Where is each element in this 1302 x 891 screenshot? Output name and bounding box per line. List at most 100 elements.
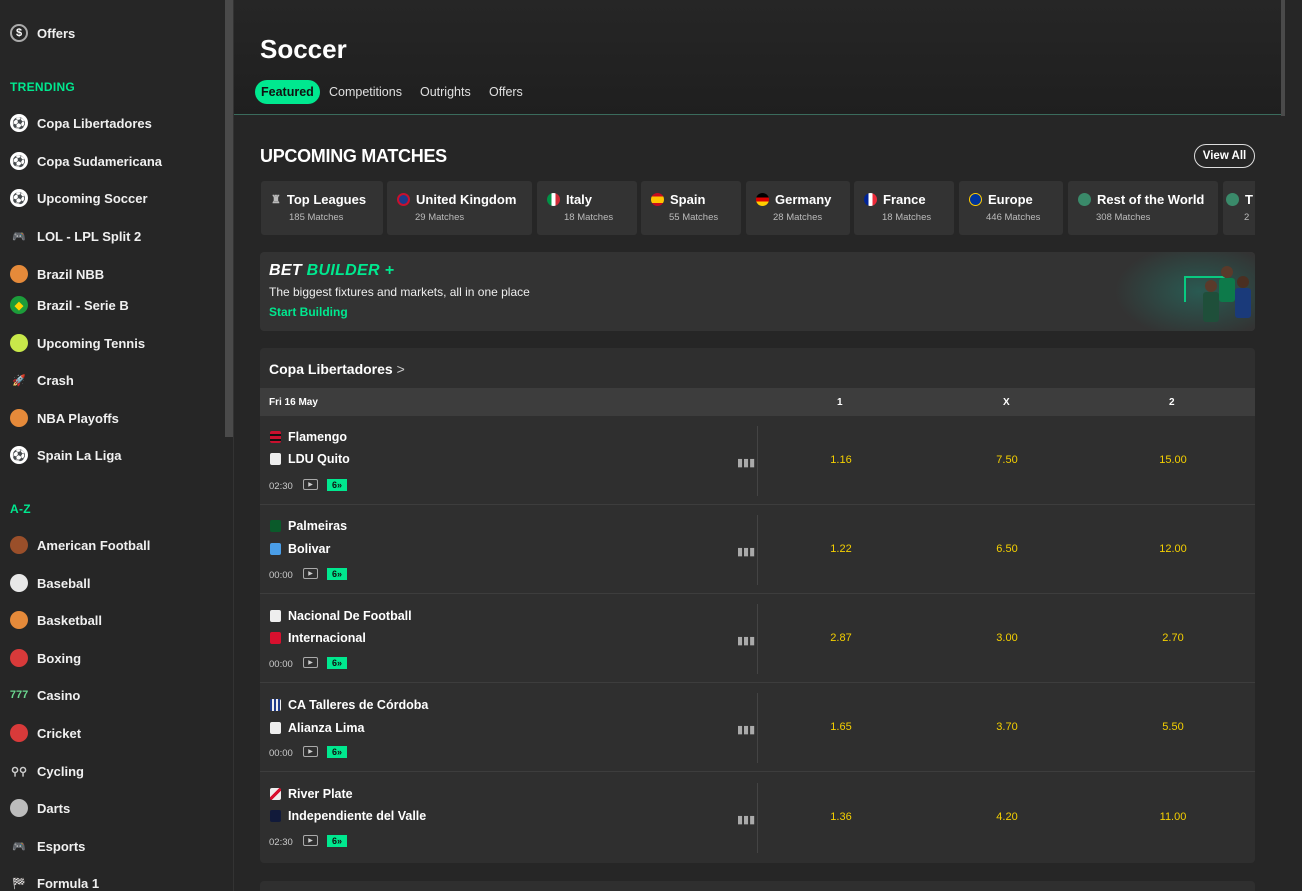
basketball-icon <box>10 409 28 427</box>
odds-home-button[interactable]: 2.87 <box>801 632 881 644</box>
sidebar-item-baseball[interactable]: Baseball <box>10 570 90 596</box>
italy-flag-icon <box>547 193 560 206</box>
sidebar-item-lol-lpl[interactable]: 🎮 LOL - LPL Split 2 <box>10 223 141 249</box>
germany-flag-icon <box>756 193 769 206</box>
stats-icon[interactable]: ▮▮▮ <box>737 545 755 558</box>
sidebar-item-label: Basketball <box>37 612 103 628</box>
odds-home-button[interactable]: 1.65 <box>801 721 881 733</box>
odds-home-button[interactable]: 1.16 <box>801 454 881 466</box>
divider <box>757 783 758 853</box>
page-scrollbar-thumb[interactable] <box>1281 0 1285 116</box>
odds-home-button[interactable]: 1.36 <box>801 811 881 823</box>
sidebar-item-upcoming-soccer[interactable]: ⚽ Upcoming Soccer <box>10 185 148 211</box>
sidebar-item-label: Cricket <box>37 725 82 741</box>
page-scrollbar[interactable] <box>1281 0 1302 891</box>
category-europe[interactable]: Europe 446 Matches <box>959 181 1063 235</box>
sidebar-item-formula-1[interactable]: 🏁 Formula 1 <box>10 870 99 891</box>
col-draw: X <box>1003 397 1010 408</box>
markets-badge[interactable]: 6» <box>327 835 347 847</box>
tab-featured[interactable]: Featured <box>255 80 320 104</box>
odds-away-button[interactable]: 11.00 <box>1133 811 1213 823</box>
sidebar-item-label: LOL - LPL Split 2 <box>37 228 142 244</box>
soccer-ball-icon: ⚽ <box>10 446 28 464</box>
view-all-button[interactable]: View All <box>1194 144 1255 168</box>
odds-away-button[interactable]: 5.50 <box>1133 721 1213 733</box>
sidebar-item-darts[interactable]: Darts <box>10 795 70 821</box>
category-partial[interactable]: T 2 <box>1223 181 1255 235</box>
tab-competitions[interactable]: Competitions <box>323 80 408 104</box>
live-stream-icon: ▶ <box>303 568 318 579</box>
sidebar-item-label: Formula 1 <box>37 875 100 891</box>
match-row[interactable]: CA Talleres de Córdoba Alianza Lima 00:0… <box>260 683 1255 772</box>
divider <box>757 604 758 674</box>
sidebar-item-label: Upcoming Soccer <box>37 190 148 206</box>
sidebar-item-copa-libertadores[interactable]: ⚽ Copa Libertadores <box>10 110 152 136</box>
bicycle-icon: ⚲⚲ <box>10 765 28 778</box>
stats-icon[interactable]: ▮▮▮ <box>737 813 755 826</box>
tab-outrights[interactable]: Outrights <box>414 80 477 104</box>
markets-badge[interactable]: 6» <box>327 746 347 758</box>
bet-builder-banner[interactable]: BET BUILDER + The biggest fixtures and m… <box>260 252 1255 331</box>
odds-away-button[interactable]: 15.00 <box>1133 454 1213 466</box>
category-italy[interactable]: Italy 18 Matches <box>537 181 637 235</box>
match-row[interactable]: Palmeiras Bolivar 00:00 ▶ 6» ▮▮▮ 1.22 6.… <box>260 505 1255 594</box>
odds-away-button[interactable]: 12.00 <box>1133 543 1213 555</box>
markets-badge[interactable]: 6» <box>327 568 347 580</box>
soccer-ball-icon: ⚽ <box>10 189 28 207</box>
team-shirt-icon <box>270 810 281 822</box>
match-date: Fri 16 May <box>269 397 318 408</box>
category-rest-of-world[interactable]: Rest of the World 308 Matches <box>1068 181 1218 235</box>
category-united-kingdom[interactable]: United Kingdom 29 Matches <box>387 181 532 235</box>
sidebar-item-offers[interactable]: $ Offers <box>10 20 75 46</box>
start-building-link[interactable]: Start Building <box>269 305 348 319</box>
sidebar-item-cycling[interactable]: ⚲⚲ Cycling <box>10 758 84 784</box>
odds-away-button[interactable]: 2.70 <box>1133 632 1213 644</box>
sidebar-scrollbar[interactable] <box>225 0 233 437</box>
live-stream-icon: ▶ <box>303 746 318 757</box>
odds-draw-button[interactable]: 3.70 <box>967 721 1047 733</box>
trending-heading: TRENDING <box>10 80 76 94</box>
eu-flag-icon <box>969 193 982 206</box>
match-row[interactable]: Nacional De Football Internacional 00:00… <box>260 594 1255 683</box>
slot-777-icon: 777 <box>9 689 29 701</box>
stats-icon[interactable]: ▮▮▮ <box>737 634 755 647</box>
category-spain[interactable]: Spain 55 Matches <box>641 181 741 235</box>
league-title[interactable]: Copa Libertadores > <box>269 361 405 377</box>
team-shirt-icon <box>270 520 281 532</box>
sidebar-item-casino[interactable]: 777 Casino <box>9 682 81 708</box>
sidebar-item-nba-playoffs[interactable]: NBA Playoffs <box>10 405 119 431</box>
stats-icon[interactable]: ▮▮▮ <box>737 723 755 736</box>
category-top-leagues[interactable]: ♜ Top Leagues 185 Matches <box>261 181 383 235</box>
sidebar-item-cricket[interactable]: Cricket <box>10 720 81 746</box>
category-france[interactable]: France 18 Matches <box>854 181 954 235</box>
sidebar-item-boxing[interactable]: Boxing <box>10 645 81 671</box>
sidebar-item-copa-sudamericana[interactable]: ⚽ Copa Sudamericana <box>10 148 162 174</box>
sidebar-item-esports[interactable]: 🎮 Esports <box>10 833 85 859</box>
odds-draw-button[interactable]: 6.50 <box>967 543 1047 555</box>
team-shirt-icon <box>270 788 281 800</box>
gamepad-icon: 🎮 <box>12 840 26 853</box>
match-row[interactable]: River Plate Independiente del Valle 02:3… <box>260 773 1255 862</box>
markets-badge[interactable]: 6» <box>327 657 347 669</box>
odds-draw-button[interactable]: 3.00 <box>967 632 1047 644</box>
basketball-icon <box>10 265 28 283</box>
tab-offers[interactable]: Offers <box>483 80 529 104</box>
sidebar-item-upcoming-tennis[interactable]: Upcoming Tennis <box>10 330 145 356</box>
sidebar-item-brazil-serie-b[interactable]: ◆ Brazil - Serie B <box>10 292 129 318</box>
sidebar-item-american-football[interactable]: American Football <box>10 532 150 558</box>
odds-draw-button[interactable]: 4.20 <box>967 811 1047 823</box>
sidebar-item-brazil-nbb[interactable]: Brazil NBB <box>10 261 104 287</box>
odds-home-button[interactable]: 1.22 <box>801 543 881 555</box>
gamepad-icon: 🎮 <box>12 230 26 243</box>
sidebar-item-basketball[interactable]: Basketball <box>10 607 102 633</box>
markets-badge[interactable]: 6» <box>327 479 347 491</box>
sidebar-item-label: Darts <box>37 800 71 816</box>
soccer-ball-icon: ⚽ <box>10 152 28 170</box>
stats-icon[interactable]: ▮▮▮ <box>737 456 755 469</box>
uk-flag-icon <box>397 193 410 206</box>
match-row[interactable]: Flamengo LDU Quito 02:30 ▶ 6» ▮▮▮ 1.16 7… <box>260 416 1255 505</box>
sidebar-item-spain-la-liga[interactable]: ⚽ Spain La Liga <box>10 442 122 468</box>
odds-draw-button[interactable]: 7.50 <box>967 454 1047 466</box>
sidebar-item-crash[interactable]: 🚀 Crash <box>10 367 74 393</box>
category-germany[interactable]: Germany 28 Matches <box>746 181 850 235</box>
